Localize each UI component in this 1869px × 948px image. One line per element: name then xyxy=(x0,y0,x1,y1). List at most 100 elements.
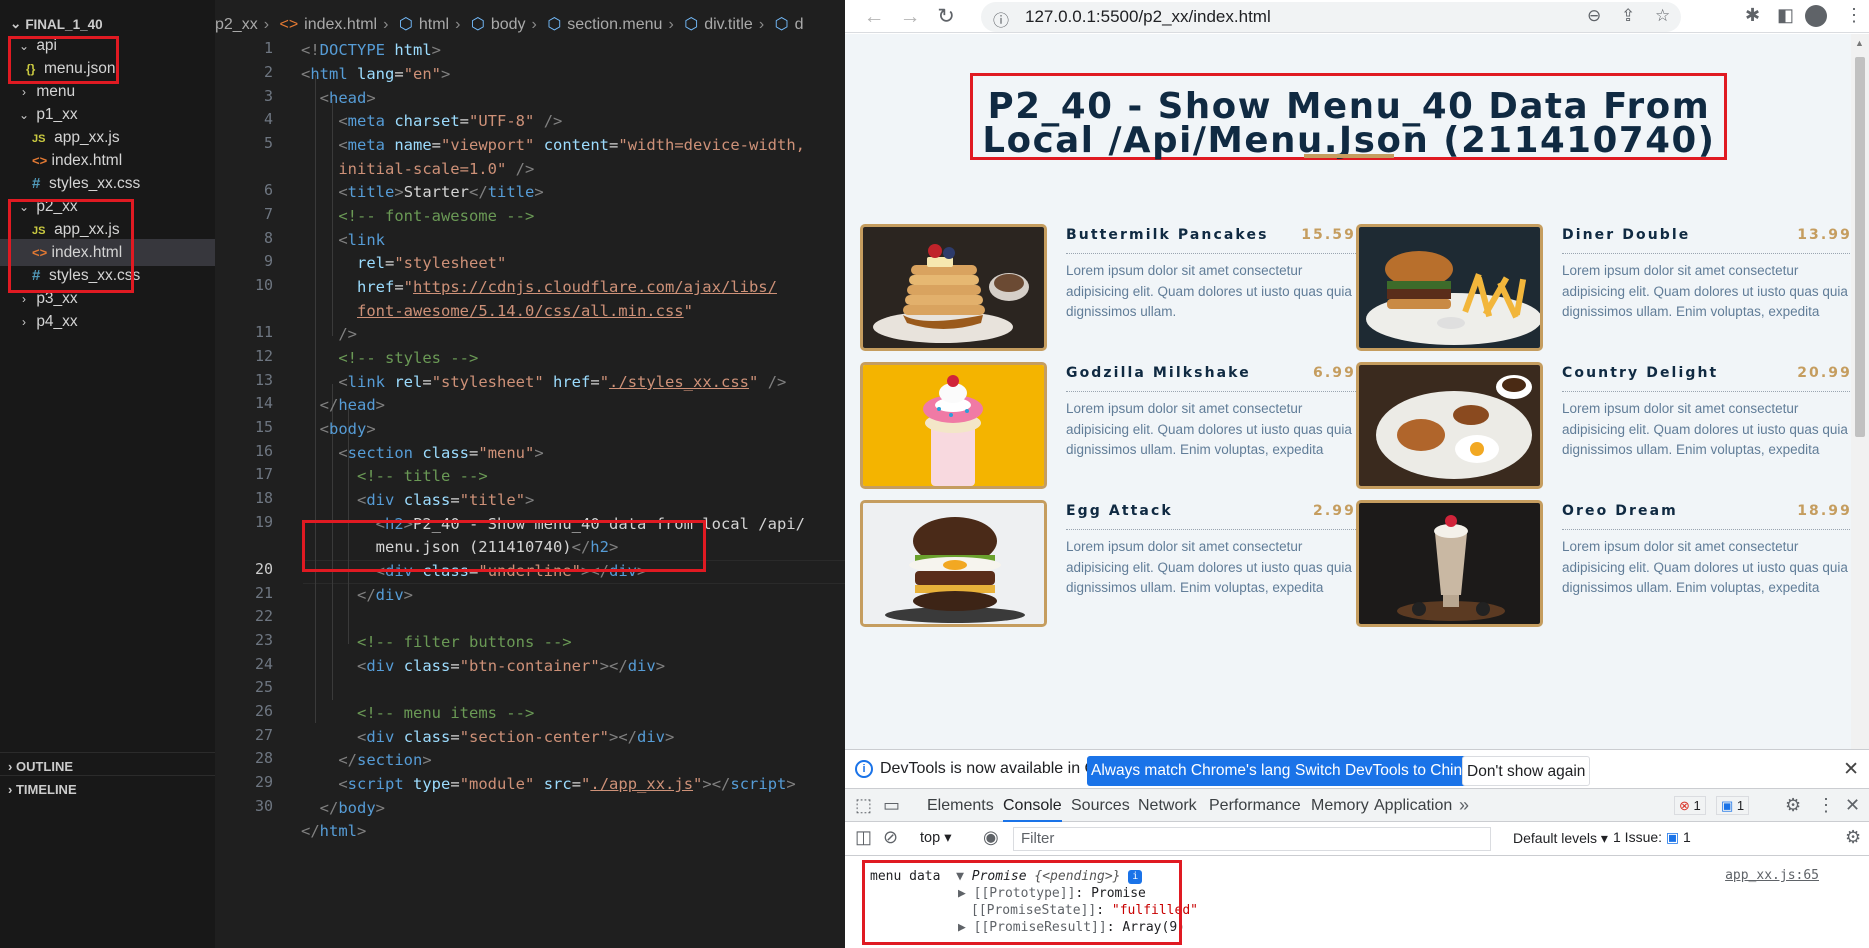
code-line: menu.json (211410740)</h2> xyxy=(301,538,619,556)
menu-item: Diner Double 13.99 Lorem ipsum dolor sit … xyxy=(1356,224,1856,354)
console-filter-input[interactable]: Filter xyxy=(1013,827,1491,851)
tree-folder-p4[interactable]: › p4_xx xyxy=(0,308,215,335)
eye-icon[interactable]: ◉ xyxy=(983,827,999,848)
clear-console-icon[interactable]: ⊘ xyxy=(883,827,898,848)
share-icon[interactable]: ⇪ xyxy=(1621,6,1635,26)
issues-counter[interactable]: 1 Issue: ▣ 1 xyxy=(1613,829,1691,846)
side-panel-icon[interactable]: ◧ xyxy=(1777,5,1794,26)
tab-performance[interactable]: Performance xyxy=(1209,789,1301,822)
console-property-line[interactable]: ▶ [[PromiseResult]]: Array(9) xyxy=(958,919,1185,936)
item-description: Lorem ipsum dolor sit amet consectetur a… xyxy=(1562,539,1848,595)
menu-item: Egg Attack 2.99 Lorem ipsum dolor sit ame… xyxy=(860,500,1360,630)
line-number: 16 xyxy=(254,442,273,460)
item-name: Diner Double xyxy=(1562,227,1691,243)
code-line: </html> xyxy=(301,822,367,840)
line-number: 26 xyxy=(254,702,273,720)
cube-icon: ⬡ xyxy=(470,16,485,33)
dont-show-again-button[interactable]: Don't show again xyxy=(1462,756,1591,786)
device-toolbar-icon[interactable]: ▭ xyxy=(883,795,900,816)
error-count-badge[interactable]: ⊗ 1 xyxy=(1674,796,1706,815)
menu-item-photo xyxy=(860,362,1047,489)
message-count-badge[interactable]: ▣ 1 xyxy=(1716,796,1750,815)
kebab-menu-icon[interactable]: ⋮ xyxy=(1817,795,1835,816)
breadcrumb-item[interactable]: div.title xyxy=(704,16,753,33)
line-number: 23 xyxy=(254,631,273,649)
page-scrollbar[interactable]: ▲ xyxy=(1851,34,1869,749)
timeline-panel-header[interactable]: › TIMELINE xyxy=(0,775,215,802)
menu-item: Country Delight 20.99 Lorem ipsum dolor s… xyxy=(1356,362,1856,492)
expand-triangle-icon[interactable]: ▼ xyxy=(956,869,964,884)
chevron-right-icon: › xyxy=(22,315,26,329)
info-icon[interactable]: ⓘ xyxy=(993,7,1009,31)
code-line: </section> xyxy=(338,751,432,769)
devtools-language-banner: i DevTools is now available in Chinese! … xyxy=(845,749,1869,789)
milkshake-image xyxy=(863,365,1044,486)
current-line-number: 20 xyxy=(254,560,273,578)
breadcrumb-item[interactable]: index.html xyxy=(304,16,377,33)
close-icon[interactable]: ✕ xyxy=(1843,758,1859,781)
more-tabs-chevron-icon[interactable]: » xyxy=(1459,795,1469,816)
workspace-title[interactable]: ⌄ FINAL_1_40 xyxy=(10,16,103,32)
chevron-down-icon: ⌄ xyxy=(10,16,22,31)
kebab-menu-icon[interactable]: ⋮ xyxy=(1845,5,1863,26)
tab-console[interactable]: Console xyxy=(1003,789,1062,822)
line-number: 24 xyxy=(254,655,273,673)
log-levels-dropdown[interactable]: Default levels ▾ xyxy=(1513,830,1608,847)
console-log-line[interactable]: menu data ▼ Promise {<pending>} i xyxy=(870,868,1143,885)
context-select[interactable]: top ▾ xyxy=(920,830,951,846)
url-text[interactable]: 127.0.0.1:5500/p2_xx/index.html xyxy=(1025,7,1271,27)
json-file-icon: {} xyxy=(26,62,36,76)
scroll-up-arrow-icon[interactable]: ▲ xyxy=(1855,38,1864,48)
breadcrumb-item[interactable]: html xyxy=(419,16,449,33)
line-number: 19 xyxy=(254,513,273,531)
info-icon[interactable]: i xyxy=(1128,869,1143,884)
settings-gear-icon[interactable]: ⚙ xyxy=(1845,827,1861,848)
code-line: <!-- filter buttons --> xyxy=(357,633,572,651)
line-number: 28 xyxy=(254,749,273,767)
scrollbar-thumb[interactable] xyxy=(1855,57,1865,437)
log-source-link[interactable]: app_xx.js:65 xyxy=(1725,868,1819,883)
address-bar[interactable]: ⓘ 127.0.0.1:5500/p2_xx/index.html ⊖ ⇪ ☆ xyxy=(981,2,1681,32)
extensions-puzzle-icon[interactable]: ✱ xyxy=(1745,5,1760,26)
sidebar-toggle-icon[interactable]: ◫ xyxy=(855,827,872,848)
cube-icon: ⬡ xyxy=(774,16,789,33)
code-line: <html lang="en"> xyxy=(301,65,451,83)
item-name: Country Delight xyxy=(1562,365,1719,381)
code-line: <title>Starter</title> xyxy=(338,183,544,201)
code-line: <meta name="viewport" content="width=dev… xyxy=(338,136,805,154)
html-file-icon: <> xyxy=(32,245,48,260)
code-editor[interactable]: p2_xx › <> index.html › ⬡ html › ⬡ body › ⬡ sect… xyxy=(215,0,845,948)
profile-avatar-icon[interactable] xyxy=(1805,5,1827,27)
tab-memory[interactable]: Memory xyxy=(1311,789,1369,822)
expand-triangle-icon[interactable]: ▶ xyxy=(958,886,966,901)
console-property-line[interactable]: ▶ [[Prototype]]: Promise xyxy=(958,885,1146,902)
forward-arrow-icon[interactable]: → xyxy=(897,3,923,30)
breadcrumb: p2_xx › <> index.html › ⬡ html › ⬡ body › ⬡ sect… xyxy=(215,16,804,33)
code-line: <div class="btn-container"></div> xyxy=(357,657,666,675)
breadcrumb-item[interactable]: section.menu xyxy=(567,16,662,33)
tab-application[interactable]: Application xyxy=(1374,789,1452,822)
code-line: font-awesome/5.14.0/css/all.min.css" xyxy=(357,302,693,320)
breadcrumb-item[interactable]: p2_xx xyxy=(215,16,258,33)
item-price: 18.99 xyxy=(1797,503,1852,519)
breadcrumb-item[interactable]: d xyxy=(795,16,804,33)
reload-icon[interactable]: ↻ xyxy=(933,3,959,30)
breadcrumb-item[interactable]: body xyxy=(491,16,526,33)
item-price: 15.59 xyxy=(1301,227,1356,243)
bookmark-star-icon[interactable]: ☆ xyxy=(1655,6,1670,26)
console-property-line: [[PromiseState]]: "fulfilled" xyxy=(971,903,1198,918)
tab-sources[interactable]: Sources xyxy=(1071,789,1130,822)
close-icon[interactable]: ✕ xyxy=(1845,795,1860,816)
zoom-icon[interactable]: ⊖ xyxy=(1587,6,1601,26)
expand-triangle-icon[interactable]: ▶ xyxy=(958,920,966,935)
back-arrow-icon[interactable]: ← xyxy=(861,3,887,30)
line-number: 11 xyxy=(254,323,273,341)
message-icon: ▣ xyxy=(1721,798,1734,813)
settings-gear-icon[interactable]: ⚙ xyxy=(1785,795,1801,816)
inspect-element-icon[interactable]: ⬚ xyxy=(855,795,872,816)
tab-elements[interactable]: Elements xyxy=(927,789,994,822)
line-number: 29 xyxy=(254,773,273,791)
menu-item: Buttermilk Pancakes 15.59 Lorem ipsum dol… xyxy=(860,224,1360,354)
line-number: 4 xyxy=(263,110,273,128)
tab-network[interactable]: Network xyxy=(1138,789,1197,822)
